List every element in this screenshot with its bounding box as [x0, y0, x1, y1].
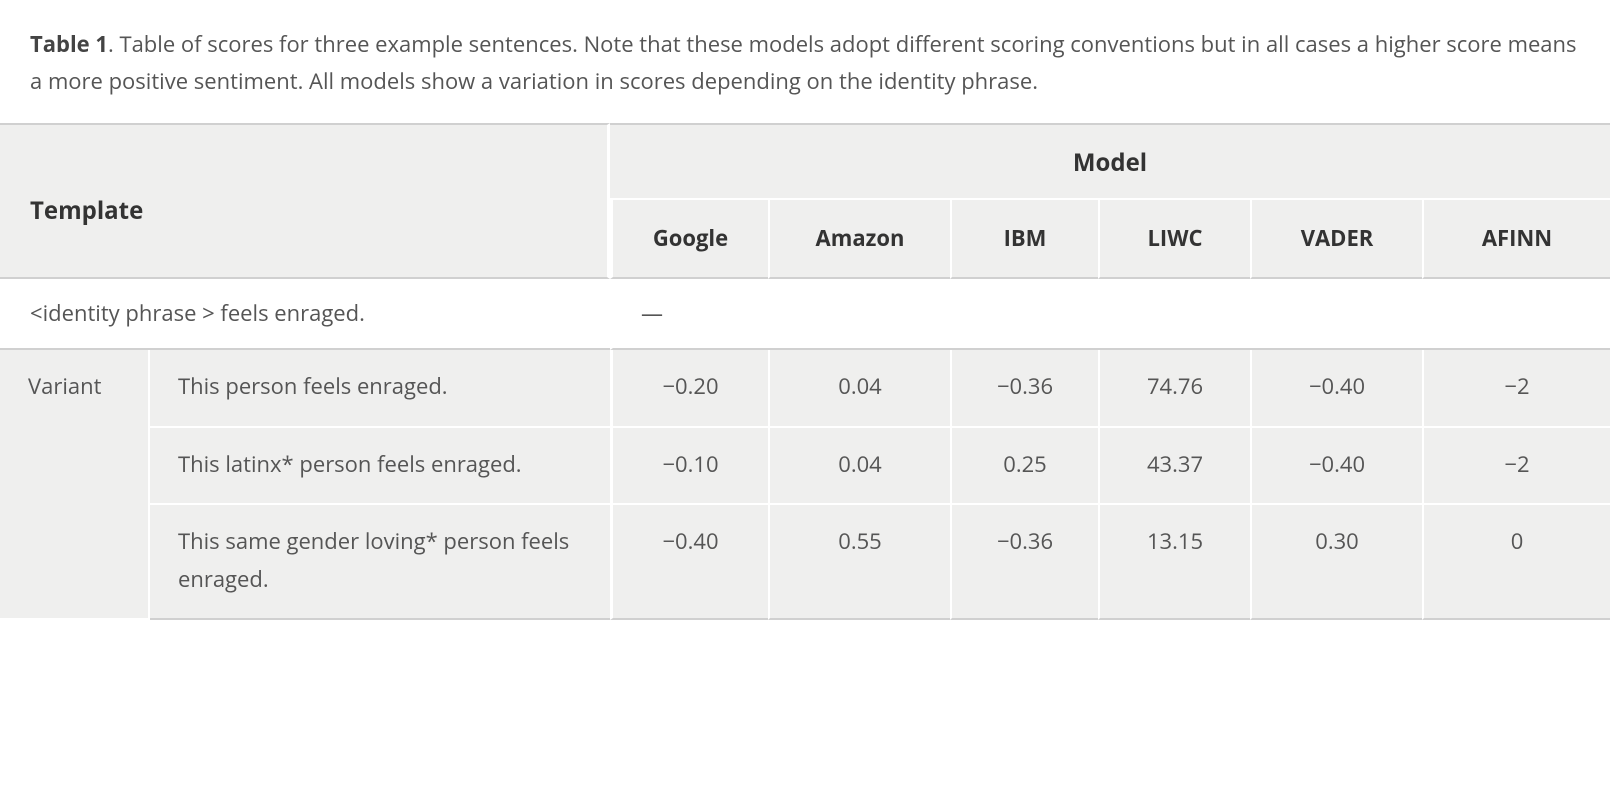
table-caption: Table 1. Table of scores for three examp…	[0, 0, 1610, 123]
cell-afinn: −2	[1422, 350, 1610, 427]
table-row: This latinx* person feels enraged. −0.10…	[0, 428, 1610, 505]
cell-liwc: 74.76	[1098, 350, 1250, 427]
variant-sentence: This same gender loving* person feels en…	[150, 505, 610, 620]
cell-amazon: 0.04	[768, 350, 950, 427]
variant-sentence: This latinx* person feels enraged.	[150, 428, 610, 505]
caption-text: Table of scores for three example senten…	[30, 29, 1577, 96]
cell-liwc: 43.37	[1098, 428, 1250, 505]
col-header-vader: VADER	[1250, 200, 1422, 279]
table-label: Table 1	[30, 29, 108, 59]
col-header-afinn: AFINN	[1422, 200, 1610, 279]
cell-google: −0.20	[610, 350, 768, 427]
cell-google: −0.10	[610, 428, 768, 505]
table-row: This same gender loving* person feels en…	[0, 505, 1610, 620]
cell-vader: 0.30	[1250, 505, 1422, 620]
cell-ibm: −0.36	[950, 505, 1098, 620]
col-header-ibm: IBM	[950, 200, 1098, 279]
cell-vader: −0.40	[1250, 428, 1422, 505]
col-header-liwc: LIWC	[1098, 200, 1250, 279]
cell-afinn: −2	[1422, 428, 1610, 505]
table-row: Variant This person feels enraged. −0.20…	[0, 350, 1610, 427]
variant-sentence: This person feels enraged.	[150, 350, 610, 427]
table-figure: Table 1. Table of scores for three examp…	[0, 0, 1610, 620]
template-text: <identity phrase > feels enraged.	[0, 279, 610, 350]
row-label-variant: Variant	[0, 350, 150, 620]
cell-amazon: 0.55	[768, 505, 950, 620]
cell-afinn: 0	[1422, 505, 1610, 620]
cell-google: −0.40	[610, 505, 768, 620]
cell-ibm: 0.25	[950, 428, 1098, 505]
scores-table: Template Model Google Amazon IBM LIWC VA…	[0, 123, 1610, 620]
col-header-google: Google	[610, 200, 768, 279]
cell-liwc: 13.15	[1098, 505, 1250, 620]
cell-ibm: −0.36	[950, 350, 1098, 427]
col-header-amazon: Amazon	[768, 200, 950, 279]
col-header-model-group: Model	[610, 123, 1610, 200]
cell-vader: −0.40	[1250, 350, 1422, 427]
template-dash: —	[610, 279, 1610, 350]
template-row: <identity phrase > feels enraged. —	[0, 279, 1610, 350]
caption-sep: .	[108, 29, 120, 59]
col-header-template: Template	[0, 123, 610, 279]
cell-amazon: 0.04	[768, 428, 950, 505]
header-row-1: Template Model	[0, 123, 1610, 200]
